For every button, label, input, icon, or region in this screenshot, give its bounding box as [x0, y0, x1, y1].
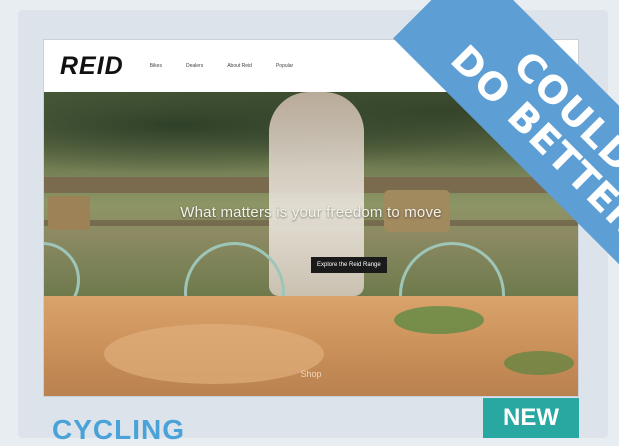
nav-item-about[interactable]: About Reid — [227, 63, 252, 69]
nav-item-bikes[interactable]: Bikes — [150, 63, 162, 69]
nav-item-dealers[interactable]: Dealers — [186, 63, 203, 69]
lower-image: Shop — [44, 296, 578, 396]
shrub — [394, 306, 484, 334]
hero-tagline: What matters is your freedom to move — [180, 204, 442, 221]
site-nav: Bikes Dealers About Reid Popular — [150, 63, 293, 69]
nav-item-popular[interactable]: Popular — [276, 63, 293, 69]
website-screenshot[interactable]: REID Bikes Dealers About Reid Popular Wh… — [44, 40, 578, 396]
explore-range-button[interactable]: Explore the Reid Range — [311, 257, 387, 273]
hero-image: What matters is your freedom to move Exp… — [44, 92, 578, 348]
site-header: REID Bikes Dealers About Reid Popular — [44, 40, 578, 92]
section-title: CYCLING — [52, 414, 185, 445]
new-badge: NEW — [483, 398, 579, 438]
site-logo[interactable]: REID — [60, 52, 124, 81]
lower-caption: Shop — [300, 369, 322, 379]
